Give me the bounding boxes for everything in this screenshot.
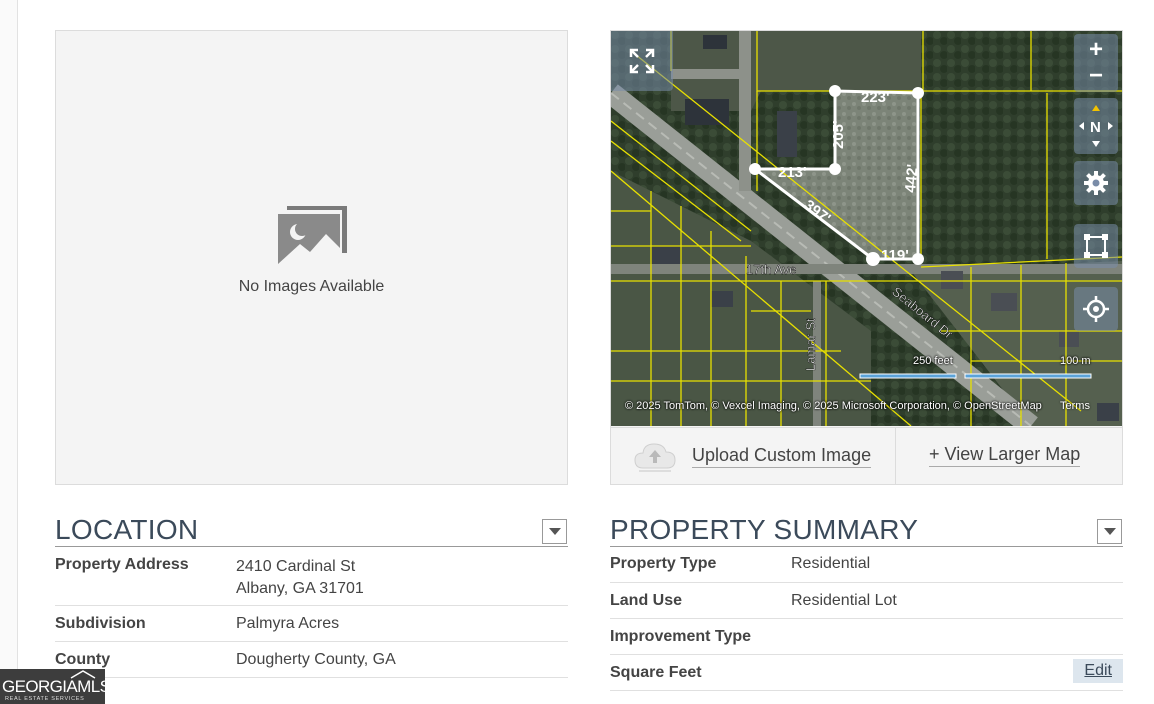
zoom-control: + − — [1074, 34, 1118, 92]
view-larger-map-link[interactable]: + View Larger Map — [929, 444, 1081, 467]
no-images-text: No Images Available — [238, 278, 385, 295]
draw-area-button[interactable] — [1074, 224, 1118, 268]
measure-right-vertical: 442' — [902, 163, 921, 193]
table-row: County Dougherty County, GA — [55, 642, 568, 678]
measure-middle: 213' — [778, 164, 807, 181]
upload-custom-image-button[interactable]: Upload Custom Image — [611, 428, 896, 485]
address-line-1: 2410 Cardinal St — [236, 558, 356, 575]
property-summary-collapse-button[interactable] — [1097, 519, 1122, 544]
improvement-type-label: Improvement Type — [610, 628, 752, 645]
table-row: Subdivision Palmyra Acres — [55, 606, 568, 642]
table-row: Property Address 2410 Cardinal St Albany… — [55, 547, 568, 606]
table-row: Land Use Residential Lot — [610, 583, 1123, 619]
location-section: LOCATION Property Address 2410 Cardinal … — [55, 512, 568, 678]
crosshair-icon — [1083, 296, 1109, 322]
land-use-label: Land Use — [610, 592, 683, 609]
edit-square-feet-button[interactable]: Edit — [1073, 659, 1123, 683]
no-image-icon — [278, 206, 347, 264]
left-gutter — [0, 0, 18, 704]
compass-button[interactable]: N — [1074, 98, 1118, 154]
logo-tagline: REAL ESTATE SERVICES — [5, 696, 85, 702]
street-label-17th-ave: 17th Ave — [746, 262, 796, 277]
map-imagery: 223' 205' 213' 397' 442' 119' 17th Ave S… — [611, 31, 1122, 426]
caret-down-icon — [1103, 527, 1116, 535]
compass-icon: N — [1079, 105, 1113, 147]
scale-feet-label: 250 feet — [913, 355, 953, 367]
logo-wordmark: GEORGIAMLS — [2, 677, 111, 696]
property-type-label: Property Type — [610, 555, 717, 572]
georgiamls-logo: GEORGIAMLS REAL ESTATE SERVICES — [0, 669, 111, 704]
location-title: LOCATION — [55, 512, 568, 547]
land-use-value: Residential Lot — [791, 592, 897, 609]
measure-top: 223' — [861, 89, 890, 106]
street-label-lamar-st: Lamar St — [803, 318, 818, 371]
svg-text:N: N — [1090, 119, 1101, 136]
bounding-box-icon — [1084, 234, 1108, 258]
table-row: Property Type Residential — [610, 547, 1123, 583]
aerial-map[interactable]: 223' 205' 213' 397' 442' 119' 17th Ave S… — [611, 31, 1122, 426]
county-value: Dougherty County, GA — [236, 651, 396, 668]
property-address-label: Property Address — [55, 556, 189, 573]
subdivision-label: Subdivision — [55, 615, 146, 632]
address-line-2: Albany, GA 31701 — [236, 580, 364, 597]
measure-bottom: 119' — [881, 247, 909, 264]
property-address-value: 2410 Cardinal St Albany, GA 31701 — [236, 556, 364, 605]
zoom-out-button[interactable]: − — [1089, 63, 1103, 89]
property-type-value: Residential — [791, 555, 871, 572]
property-summary-title: PROPERTY SUMMARY — [610, 512, 1123, 547]
map-actions-bar: Upload Custom Image + View Larger Map — [611, 427, 1122, 485]
measure-left-vertical: 205' — [830, 120, 847, 149]
map-panel: 223' 205' 213' 397' 442' 119' 17th Ave S… — [610, 30, 1123, 485]
map-terms-link[interactable]: Terms — [1060, 400, 1090, 412]
map-copyright: © 2025 TomTom, © Vexcel Imaging, © 2025 … — [625, 400, 1042, 412]
cloud-upload-icon — [634, 443, 676, 472]
property-summary-section: PROPERTY SUMMARY Property Type Residenti… — [610, 512, 1123, 691]
gear-icon — [1084, 171, 1108, 195]
subdivision-value: Palmyra Acres — [236, 615, 340, 632]
zoom-in-button[interactable]: + — [1089, 37, 1103, 63]
table-row: Improvement Type — [610, 619, 1123, 655]
location-collapse-button[interactable] — [542, 519, 567, 544]
upload-custom-image-label: Upload Custom Image — [692, 445, 872, 468]
table-row: Square Feet Edit — [610, 655, 1123, 691]
caret-down-icon — [548, 527, 561, 535]
scale-meters-label: 100 m — [1060, 355, 1091, 367]
locate-button[interactable] — [1074, 287, 1118, 331]
expand-icon — [629, 48, 655, 74]
image-placeholder-panel: No Images Available — [55, 30, 568, 485]
fullscreen-button[interactable] — [611, 31, 673, 91]
map-settings-button[interactable] — [1074, 161, 1118, 205]
square-feet-label: Square Feet — [610, 664, 702, 681]
